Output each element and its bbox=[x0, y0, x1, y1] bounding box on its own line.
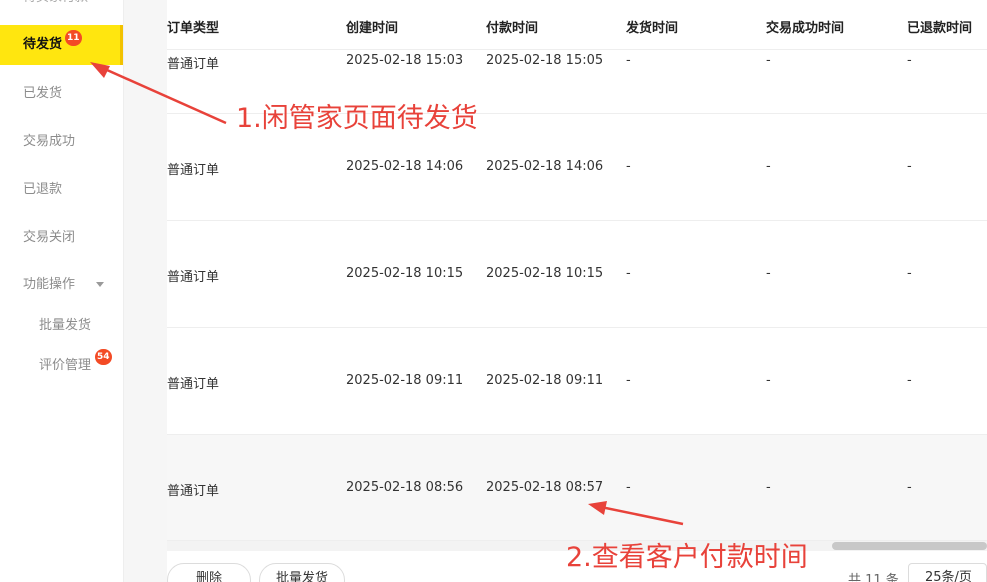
table-row[interactable]: 普通订单 2025-02-18 08:56 2025-02-18 08:57 -… bbox=[167, 435, 987, 541]
cell-refund-time: - bbox=[907, 480, 912, 495]
sidebar-item-closed[interactable]: 交易关闭 bbox=[0, 218, 123, 258]
sidebar-subitem-batch-ship[interactable]: 批量发货 bbox=[0, 308, 123, 344]
header-order-type: 订单类型 bbox=[167, 21, 220, 36]
sidebar-item-success[interactable]: 交易成功 bbox=[0, 122, 123, 162]
reviews-badge: 54 bbox=[95, 349, 112, 365]
cell-paid-time: 2025-02-18 09:11 bbox=[486, 373, 604, 388]
cell-shipped-time: - bbox=[626, 266, 631, 281]
sidebar-item-refunded[interactable]: 已退款 bbox=[0, 170, 123, 210]
cell-refund-time: - bbox=[907, 373, 912, 388]
header-refund-time: 已退款时间 bbox=[907, 21, 973, 36]
cell-order-type: 普通订单 bbox=[167, 377, 220, 392]
sidebar-item-pending-payment[interactable]: 待买家付款 bbox=[0, 0, 123, 18]
delete-button[interactable]: 删除 bbox=[167, 563, 251, 582]
cell-created-time: 2025-02-18 14:06 bbox=[346, 159, 464, 174]
annotation-pending-shipment: 1.闲管家页面待发货 bbox=[236, 103, 478, 134]
sidebar-item-label: 功能操作 bbox=[23, 277, 76, 292]
cell-order-type: 普通订单 bbox=[167, 163, 220, 178]
cell-refund-time: - bbox=[907, 266, 912, 281]
cell-created-time: 2025-02-18 15:03 bbox=[346, 53, 464, 68]
cell-shipped-time: - bbox=[626, 373, 631, 388]
cell-paid-time: 2025-02-18 15:05 bbox=[486, 53, 604, 68]
table-row[interactable]: 普通订单 2025-02-18 10:15 2025-02-18 10:15 -… bbox=[167, 221, 987, 328]
cell-created-time: 2025-02-18 08:56 bbox=[346, 480, 464, 495]
cell-shipped-time: - bbox=[626, 159, 631, 174]
batch-ship-button[interactable]: 批量发货 bbox=[259, 563, 345, 582]
sidebar-item-pending-shipment[interactable]: 待发货 11 bbox=[0, 25, 123, 65]
table-header: 订单类型 创建时间 付款时间 发货时间 交易成功时间 已退款时间 bbox=[167, 0, 987, 50]
cell-success-time: - bbox=[766, 480, 771, 495]
header-created-time: 创建时间 bbox=[346, 21, 399, 36]
header-paid-time: 付款时间 bbox=[486, 21, 539, 36]
cell-order-type: 普通订单 bbox=[167, 484, 220, 499]
cell-paid-time: 2025-02-18 14:06 bbox=[486, 159, 604, 174]
sidebar-subitem-reviews[interactable]: 评价管理 54 bbox=[0, 348, 123, 384]
cell-refund-time: - bbox=[907, 159, 912, 174]
cell-success-time: - bbox=[766, 53, 771, 68]
sidebar: 待买家付款 待发货 11 已发货 交易成功 已退款 交易关闭 功能操作 批量发货… bbox=[0, 0, 124, 582]
cell-created-time: 2025-02-18 09:11 bbox=[346, 373, 464, 388]
cell-refund-time: - bbox=[907, 53, 912, 68]
header-shipped-time: 发货时间 bbox=[626, 21, 679, 36]
cell-shipped-time: - bbox=[626, 480, 631, 495]
cell-success-time: - bbox=[766, 159, 771, 174]
chevron-down-icon bbox=[96, 282, 104, 287]
cell-order-type: 普通订单 bbox=[167, 270, 220, 285]
cell-paid-time: 2025-02-18 08:57 bbox=[486, 480, 604, 495]
horizontal-scrollbar-thumb[interactable] bbox=[832, 542, 987, 550]
content-gutter bbox=[124, 0, 167, 582]
table-row[interactable]: 普通订单 2025-02-18 09:11 2025-02-18 09:11 -… bbox=[167, 328, 987, 435]
sidebar-item-label: 评价管理 bbox=[39, 358, 92, 373]
sidebar-item-shipped[interactable]: 已发货 bbox=[0, 74, 123, 114]
header-success-time: 交易成功时间 bbox=[766, 21, 845, 36]
sidebar-item-operations[interactable]: 功能操作 bbox=[0, 265, 123, 305]
page-size-select[interactable]: 25条/页 bbox=[908, 563, 987, 582]
sidebar-item-label: 待发货 bbox=[23, 37, 63, 52]
cell-order-type: 普通订单 bbox=[167, 57, 220, 72]
annotation-paid-time: 2.查看客户付款时间 bbox=[566, 542, 808, 573]
cell-success-time: - bbox=[766, 373, 771, 388]
cell-success-time: - bbox=[766, 266, 771, 281]
total-count: 共 11 条 bbox=[848, 573, 899, 582]
cell-created-time: 2025-02-18 10:15 bbox=[346, 266, 464, 281]
app-window: 待买家付款 待发货 11 已发货 交易成功 已退款 交易关闭 功能操作 批量发货… bbox=[0, 0, 987, 582]
cell-shipped-time: - bbox=[626, 53, 631, 68]
cell-paid-time: 2025-02-18 10:15 bbox=[486, 266, 604, 281]
orders-table: 订单类型 创建时间 付款时间 发货时间 交易成功时间 已退款时间 普通订单 20… bbox=[167, 0, 987, 545]
pending-shipment-badge: 11 bbox=[65, 30, 82, 46]
